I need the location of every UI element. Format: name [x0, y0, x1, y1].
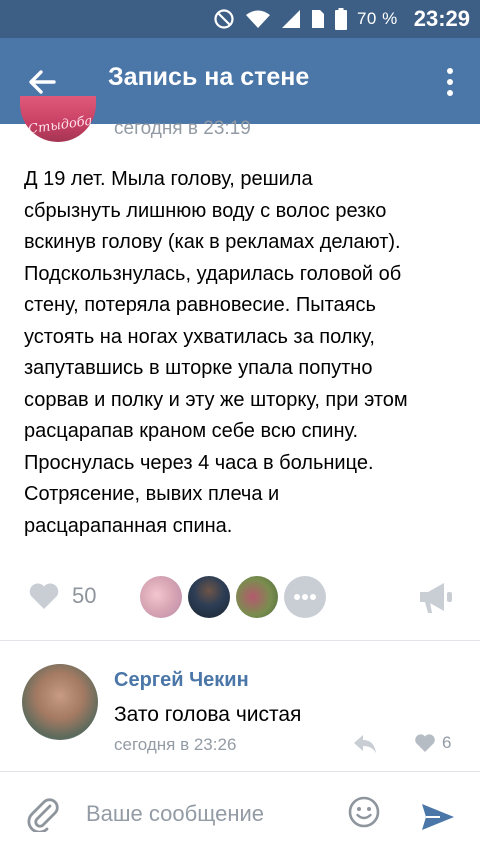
comment-author-name[interactable]: Сергей Чекин [114, 669, 249, 692]
clock: 23:29 [413, 6, 470, 31]
heart-icon [29, 583, 59, 609]
megaphone-icon [420, 583, 452, 613]
paperclip-icon [27, 798, 59, 834]
comment-author-avatar[interactable] [22, 664, 98, 740]
smiley-icon [348, 796, 380, 828]
status-icons: 70 % 23:29 [213, 0, 470, 38]
heart-icon [415, 734, 435, 752]
comment-like-button[interactable]: 6 [414, 733, 451, 753]
reply-icon [354, 735, 376, 753]
post-time: сегодня в 23:19 [114, 118, 251, 139]
comment-like-count: 6 [442, 733, 452, 752]
attach-button[interactable] [26, 796, 60, 834]
more-vertical-icon [447, 68, 453, 96]
battery-percent: 70 % [356, 9, 398, 28]
more-menu-button[interactable] [438, 64, 462, 100]
post-like-count: 50 [72, 583, 97, 608]
community-avatar-logo: Стыдоба [27, 113, 94, 138]
status-bar: 70 % 23:29 [0, 0, 480, 38]
liker-avatar[interactable] [140, 576, 182, 618]
comment-text: Зато голова чистая [114, 703, 302, 726]
dnd-icon [214, 9, 234, 29]
battery-icon [334, 8, 347, 30]
liker-avatar[interactable] [188, 576, 230, 618]
reply-button[interactable] [352, 733, 378, 755]
liker-avatars [140, 576, 326, 618]
message-input[interactable] [86, 796, 326, 832]
more-horizontal-icon [294, 594, 316, 600]
post-text: Д 19 лет. Мыла голову, решила сбрызнуть … [24, 168, 408, 537]
emoji-button[interactable] [348, 796, 380, 828]
wifi-icon [245, 10, 270, 28]
community-avatar[interactable]: Стыдоба [20, 96, 96, 142]
message-composer [0, 771, 480, 855]
liker-avatar[interactable] [236, 576, 278, 618]
signal-icon [281, 10, 300, 28]
comment-time: сегодня в 23:26 [114, 735, 237, 754]
divider [0, 640, 480, 641]
share-button[interactable] [416, 580, 456, 616]
send-button[interactable] [420, 802, 456, 832]
send-icon [422, 804, 454, 830]
page-title: Запись на стене [108, 63, 310, 91]
post-like-button[interactable]: 50 [28, 582, 96, 610]
sim-icon [311, 10, 324, 28]
more-likers-button[interactable] [284, 576, 326, 618]
